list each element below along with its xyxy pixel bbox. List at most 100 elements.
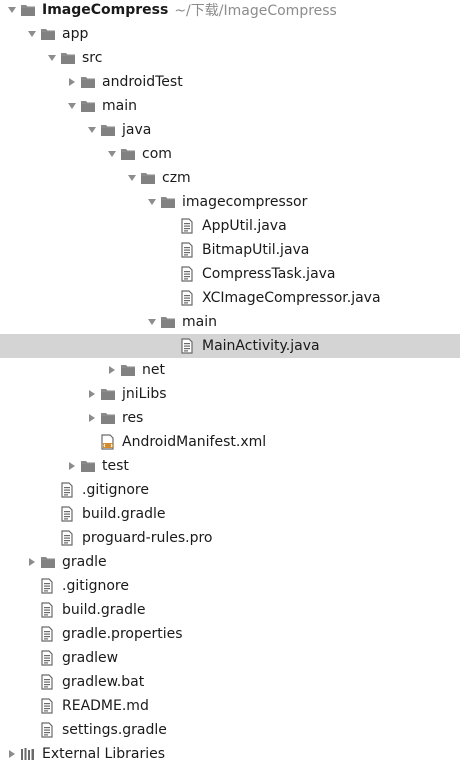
arrow-spacer [164, 214, 180, 238]
tree-item-label: build.gradle [82, 506, 166, 522]
tree-item-label: com [142, 146, 172, 162]
tree-row-bitmaputil-java[interactable]: BitmapUtil.java [0, 238, 460, 262]
tree-row-apputil-java[interactable]: AppUtil.java [0, 214, 460, 238]
tree-row-external-libraries[interactable]: External Libraries [0, 742, 460, 766]
file-icon [180, 238, 198, 262]
tree-row-net[interactable]: net [0, 358, 460, 382]
folder-icon [20, 0, 38, 22]
tree-row-czm[interactable]: czm [0, 166, 460, 190]
tree-item-label: MainActivity.java [202, 338, 320, 354]
folder-icon [100, 118, 118, 142]
tree-row-app[interactable]: app [0, 22, 460, 46]
arrow-spacer [24, 646, 40, 670]
tree-row-jnilibs[interactable]: jniLibs [0, 382, 460, 406]
tree-row-settings-gradle[interactable]: settings.gradle [0, 718, 460, 742]
expanded-arrow-icon[interactable] [4, 0, 20, 22]
expanded-arrow-icon[interactable] [144, 310, 160, 334]
arrow-spacer [24, 718, 40, 742]
collapsed-arrow-icon[interactable] [84, 406, 100, 430]
arrow-spacer [44, 478, 60, 502]
arrow-spacer [164, 286, 180, 310]
tree-row-gitignore[interactable]: .gitignore [0, 574, 460, 598]
expanded-arrow-icon[interactable] [104, 142, 120, 166]
expanded-arrow-icon[interactable] [24, 22, 40, 46]
collapsed-arrow-icon[interactable] [64, 70, 80, 94]
tree-item-label: java [122, 122, 152, 138]
tree-row-androidmanifest-xml[interactable]: AndroidManifest.xml [0, 430, 460, 454]
tree-row-gradle[interactable]: gradle [0, 550, 460, 574]
collapsed-arrow-icon[interactable] [4, 742, 20, 766]
tree-item-label: README.md [62, 698, 149, 714]
tree-item-label: XCImageCompressor.java [202, 290, 381, 306]
arrow-spacer [164, 238, 180, 262]
tree-row-xcimagecompressor-java[interactable]: XCImageCompressor.java [0, 286, 460, 310]
arrow-spacer [44, 502, 60, 526]
folder-icon [160, 310, 178, 334]
folder-icon [80, 70, 98, 94]
tree-row-gradle-properties[interactable]: gradle.properties [0, 622, 460, 646]
arrow-spacer [84, 430, 100, 454]
arrow-spacer [44, 526, 60, 550]
tree-row-res[interactable]: res [0, 406, 460, 430]
tree-row-main[interactable]: main [0, 94, 460, 118]
file-icon [40, 646, 58, 670]
tree-row-proguard-rules-pro[interactable]: proguard-rules.pro [0, 526, 460, 550]
tree-item-label: External Libraries [42, 746, 165, 762]
tree-row-build-gradle[interactable]: build.gradle [0, 598, 460, 622]
tree-item-label: .gitignore [82, 482, 149, 498]
tree-item-label: src [82, 50, 103, 66]
arrow-spacer [24, 670, 40, 694]
tree-item-label: BitmapUtil.java [202, 242, 310, 258]
expanded-arrow-icon[interactable] [44, 46, 60, 70]
folder-icon [40, 22, 58, 46]
expanded-arrow-icon[interactable] [144, 190, 160, 214]
expanded-arrow-icon[interactable] [124, 166, 140, 190]
tree-item-label: gradle.properties [62, 626, 183, 642]
file-icon [40, 670, 58, 694]
tree-item-label: gradlew.bat [62, 674, 145, 690]
file-icon [60, 478, 78, 502]
tree-row-imagecompressor[interactable]: imagecompressor [0, 190, 460, 214]
tree-item-label: main [182, 314, 217, 330]
arrow-spacer [24, 574, 40, 598]
expanded-arrow-icon[interactable] [64, 94, 80, 118]
tree-row-androidtest[interactable]: androidTest [0, 70, 460, 94]
tree-item-label: settings.gradle [62, 722, 167, 738]
tree-item-label: gradle [62, 554, 107, 570]
tree-item-label: imagecompressor [182, 194, 308, 210]
folder-icon [40, 550, 58, 574]
tree-row-imagecompress[interactable]: ImageCompress ~/下载/ImageCompress [0, 0, 460, 22]
collapsed-arrow-icon[interactable] [104, 358, 120, 382]
libraries-icon [20, 742, 38, 766]
tree-row-compresstask-java[interactable]: CompressTask.java [0, 262, 460, 286]
tree-row-mainactivity-java-selected[interactable]: MainActivity.java [0, 334, 460, 358]
tree-row-gradlew-bat[interactable]: gradlew.bat [0, 670, 460, 694]
tree-item-label: CompressTask.java [202, 266, 336, 282]
file-icon [40, 622, 58, 646]
tree-item-label: app [62, 26, 89, 42]
tree-row-com[interactable]: com [0, 142, 460, 166]
collapsed-arrow-icon[interactable] [24, 550, 40, 574]
file-icon [60, 502, 78, 526]
folder-icon [80, 454, 98, 478]
tree-item-label: czm [162, 170, 191, 186]
collapsed-arrow-icon[interactable] [84, 382, 100, 406]
tree-row-test[interactable]: test [0, 454, 460, 478]
xml-icon [100, 430, 118, 454]
tree-row-java[interactable]: java [0, 118, 460, 142]
tree-item-label: main [102, 98, 137, 114]
tree-item-label: .gitignore [62, 578, 129, 594]
arrow-spacer [24, 694, 40, 718]
tree-row-readme-md[interactable]: README.md [0, 694, 460, 718]
tree-item-label: net [142, 362, 165, 378]
tree-row-build-gradle[interactable]: build.gradle [0, 502, 460, 526]
project-path: ~/下载/ImageCompress [174, 3, 337, 19]
expanded-arrow-icon[interactable] [84, 118, 100, 142]
tree-row-src[interactable]: src [0, 46, 460, 70]
tree-row-main[interactable]: main [0, 310, 460, 334]
tree-row-gradlew[interactable]: gradlew [0, 646, 460, 670]
file-icon [40, 598, 58, 622]
tree-item-label: gradlew [62, 650, 119, 666]
tree-row-gitignore[interactable]: .gitignore [0, 478, 460, 502]
collapsed-arrow-icon[interactable] [64, 454, 80, 478]
